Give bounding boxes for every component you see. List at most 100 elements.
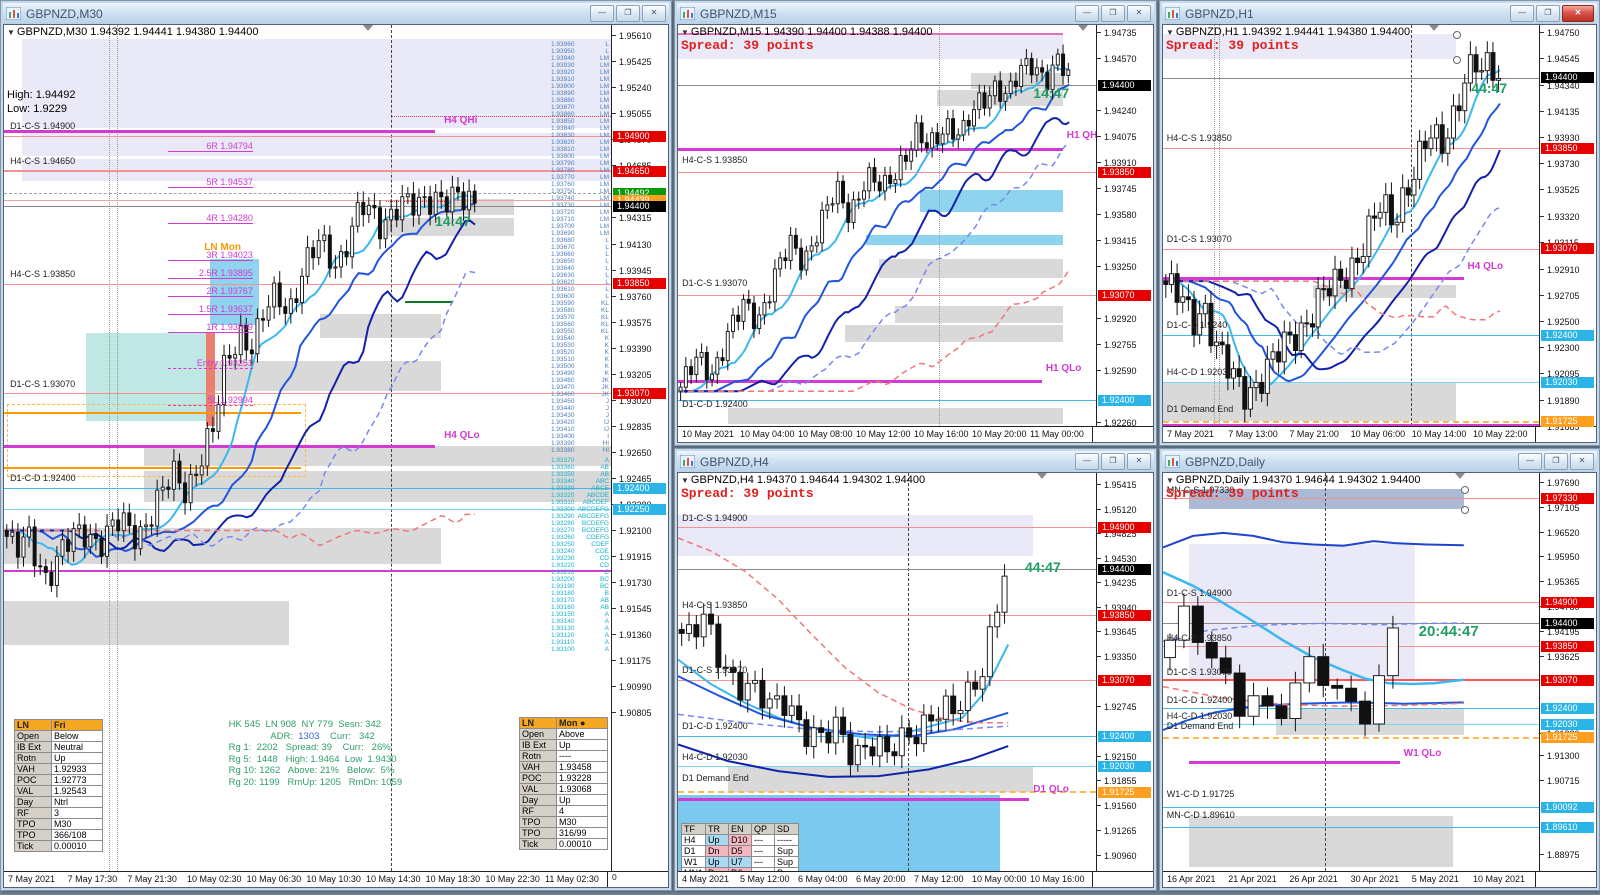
- close-button[interactable]: ✕: [1127, 453, 1151, 470]
- horizontal-level-line: [4, 206, 611, 207]
- price-scale-label: 1.94235: [1097, 578, 1153, 588]
- window-titlebar[interactable]: GBPNZD,M30 — ❐ ✕: [3, 3, 669, 24]
- tpo-ladder-row: 1.93940 LM: [551, 55, 609, 62]
- tpo-ladder-row: 1.93580 KL: [551, 307, 609, 314]
- window-titlebar[interactable]: GBPNZD,H4 — ❐ ✕: [677, 451, 1154, 472]
- r-level-line: [167, 150, 253, 152]
- selection-handle[interactable]: [1453, 31, 1462, 40]
- price-scale-label: 1.95610: [612, 31, 668, 41]
- level-label: D1-C-D 1.92400: [10, 472, 76, 483]
- minimize-button[interactable]: —: [1510, 5, 1534, 22]
- restore-button[interactable]: ❐: [1101, 453, 1125, 470]
- spread-comment: Spread: 39 points: [681, 486, 814, 501]
- chart-plot-area[interactable]: ▼ GBPNZD,M15 1.94390 1.94400 1.94388 1.94…: [678, 25, 1096, 426]
- window-titlebar[interactable]: GBPNZD,M15 — ❐ ✕: [677, 3, 1154, 24]
- time-axis[interactable]: 4 May 2021 5 May 12:00 6 May 04:00 6 May 20…: [678, 872, 1092, 887]
- price-badge-cyan: 1.90092: [1541, 801, 1594, 813]
- tpo-ladder-row: 1.93410 IJ: [551, 426, 609, 433]
- time-axis[interactable]: 7 May 2021 7 May 13:00 7 May 21:00 10 May 0…: [1163, 427, 1535, 442]
- selection-handle[interactable]: [1460, 485, 1469, 494]
- tpo-ladder-row: 1.93360 AB: [551, 464, 609, 471]
- r-level-line: [167, 368, 253, 370]
- price-zone: [7, 404, 307, 477]
- r-level-label: 1R 1.93509: [206, 322, 253, 333]
- chart-shift-marker[interactable]: [1036, 473, 1047, 479]
- window-titlebar[interactable]: GBPNZD,Daily — ❐ ✕: [1162, 451, 1597, 472]
- close-button[interactable]: ✕: [1127, 5, 1151, 22]
- close-button[interactable]: ✕: [1570, 453, 1594, 470]
- time-axis-label: 10 May 22:30: [485, 874, 540, 884]
- price-zone: [895, 306, 1063, 324]
- time-axis[interactable]: 10 May 2021 10 May 04:00 10 May 08:00 10 Ma…: [678, 427, 1092, 442]
- price-scale[interactable]: 1.94735 1.94570 1.94240 1.94075 1.93910 1.937…: [1096, 25, 1153, 428]
- minimize-button[interactable]: —: [1518, 453, 1542, 470]
- price-scale[interactable]: 1.976901.971051.965201.959501.953651.947…: [1539, 473, 1596, 871]
- time-axis-label: 16 Apr 2021: [1167, 874, 1216, 884]
- price-scale-label: 1.93415: [1097, 236, 1153, 246]
- window-title: GBPNZD,M15: [700, 6, 777, 21]
- tpo-ladder-row: 1.93570 KL: [551, 314, 609, 321]
- close-button[interactable]: ✕: [1562, 5, 1594, 22]
- price-scale-label: 1.94530: [1097, 554, 1153, 564]
- chart-window-daily: GBPNZD,Daily — ❐ ✕ ▼ GBPNZD,Daily 1.94370 1…: [1159, 448, 1600, 891]
- minimize-button[interactable]: —: [590, 5, 614, 22]
- price-scale[interactable]: 1.95415 1.95120 1.94825 1.94530 1.94235 1.939…: [1096, 473, 1153, 871]
- restore-button[interactable]: ❐: [616, 5, 640, 22]
- price-zone: [22, 38, 611, 128]
- price-scale-label: 1.95415: [1097, 480, 1153, 490]
- chart-shift-marker[interactable]: [1428, 25, 1439, 31]
- time-axis[interactable]: 16 Apr 2021 21 Apr 2021 26 Apr 2021 30 Apr …: [1163, 872, 1535, 887]
- chart-plot-area[interactable]: ▼ GBPNZD,H4 1.94370 1.94644 1.94302 1.944…: [678, 473, 1096, 871]
- symbol-dropdown-icon[interactable]: ▼: [7, 28, 15, 37]
- price-scale-label: 1.92500: [1540, 317, 1596, 327]
- time-axis[interactable]: 7 May 2021 7 May 17:30 7 May 21:30 10 May 0…: [4, 872, 607, 887]
- minimize-button[interactable]: —: [1075, 5, 1099, 22]
- close-button[interactable]: ✕: [642, 5, 666, 22]
- price-badge-cyan: 1.92400: [1098, 395, 1151, 407]
- price-badge-red: 1.93070: [613, 388, 666, 400]
- symbol-dropdown-icon[interactable]: ▼: [1166, 28, 1174, 37]
- restore-button[interactable]: ❐: [1101, 5, 1125, 22]
- level-label: D1 Demand End: [682, 772, 749, 783]
- horizontal-level-line: [1163, 424, 1539, 426]
- chart-shift-marker[interactable]: [1078, 25, 1089, 31]
- price-scale-label: 1.88975: [1540, 850, 1596, 860]
- price-scale[interactable]: 1.94750 1.94545 1.94340 1.94135 1.93930 1.937…: [1539, 25, 1596, 432]
- tpo-ladder-row: 1.93650 L: [551, 258, 609, 265]
- symbol-dropdown-icon[interactable]: ▼: [681, 28, 689, 37]
- horizontal-level-line: [1163, 679, 1539, 682]
- tpo-ladder-row: 1.93500 K: [551, 363, 609, 370]
- selection-handle[interactable]: [1453, 55, 1462, 64]
- time-axis-label: 10 May 06:30: [246, 874, 302, 884]
- price-scale-label: 1.96520: [1540, 528, 1596, 538]
- price-badge-black: 1.94400: [1098, 80, 1151, 92]
- symbol-dropdown-icon[interactable]: ▼: [1166, 476, 1174, 485]
- selection-handle[interactable]: [1460, 506, 1469, 515]
- session-high-label: High: 1.94492: [7, 89, 76, 101]
- level-label: H4-C-S 1.94650: [10, 155, 76, 166]
- time-axis-label: 7 May 21:00: [1289, 429, 1339, 439]
- tpo-ladder-row: 1.93810 LM: [551, 146, 609, 153]
- price-scale-label: 1.93760: [612, 292, 668, 302]
- tpo-ladder-row: 1.93840 LM: [551, 125, 609, 132]
- price-scale[interactable]: 1.956101.954251.952401.950551.948701.946…: [611, 25, 668, 871]
- chart-shift-marker[interactable]: [1455, 473, 1466, 479]
- time-axis-label: 7 May 2021: [1167, 429, 1215, 439]
- chart-plot-area[interactable]: ▼ GBPNZD,H1 1.94392 1.94441 1.94380 1.944…: [1163, 25, 1539, 426]
- time-axis-label: 7 May 12:00: [914, 874, 964, 884]
- chart-plot-area[interactable]: ▼ GBPNZD,M30 1.94392 1.94441 1.94380 1.94…: [4, 25, 611, 871]
- restore-button[interactable]: ❐: [1544, 453, 1568, 470]
- tpo-ladder-row: 1.93430 J: [551, 412, 609, 419]
- level-label: D1-C-S 1.93070: [682, 665, 748, 676]
- tpo-ladder-row: 1.93310 ABCDEF: [551, 499, 609, 506]
- restore-button[interactable]: ❐: [1536, 5, 1560, 22]
- chart-shift-marker[interactable]: [363, 25, 374, 31]
- window-titlebar[interactable]: GBPNZD,H1 — ❐ ✕: [1162, 3, 1597, 24]
- chart-plot-area[interactable]: ▼ GBPNZD,Daily 1.94370 1.94644 1.94302 1.…: [1163, 473, 1539, 871]
- tpo-ladder-row: 1.93160 AB: [551, 604, 609, 611]
- r-level-label: 5R 1.94537: [206, 177, 253, 188]
- price-scale-label: 1.91560: [1097, 801, 1153, 811]
- symbol-dropdown-icon[interactable]: ▼: [681, 476, 689, 485]
- time-axis-label: 10 May 16:00: [914, 429, 969, 439]
- minimize-button[interactable]: —: [1075, 453, 1099, 470]
